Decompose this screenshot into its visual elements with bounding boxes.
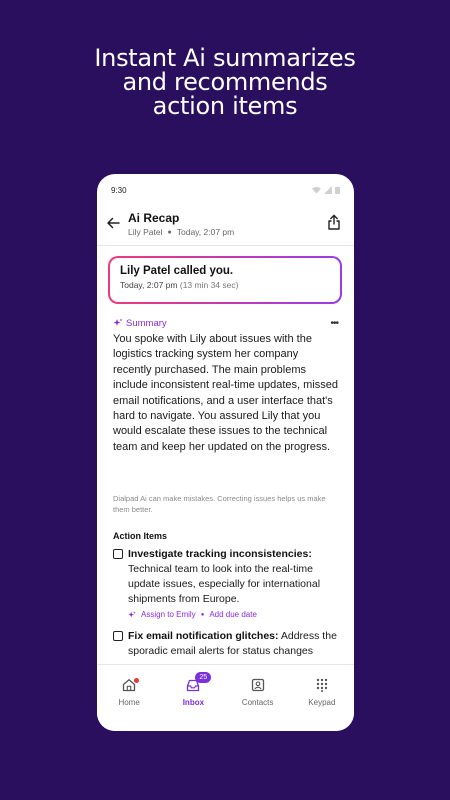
ai-disclaimer: Dialpad Ai can make mistakes. Correcting… — [113, 494, 326, 514]
recap-timestamp: Today, 2:07 pm — [176, 227, 235, 237]
headline-line-1: Instant Ai summarizes — [94, 44, 356, 72]
action-item-text: Investigate tracking inconsistencies: Te… — [128, 547, 343, 607]
action-items-heading: Action Items — [113, 531, 168, 541]
add-due-date-link[interactable]: Add due date — [209, 610, 257, 619]
action-item-meta: Assign to Emily ● Add due date — [128, 610, 343, 619]
action-item: Fix email notification glitches: Address… — [113, 629, 343, 659]
status-time: 9:30 — [111, 185, 127, 195]
tab-label: Inbox — [182, 698, 205, 707]
wifi-icon — [312, 186, 321, 194]
tab-label: Keypad — [308, 698, 336, 707]
summary-header: Summary ••• — [113, 316, 339, 330]
phone-screen: 9:30 Ai Recap Lily Patel ● Today, 2:07 p… — [97, 174, 354, 731]
tab-label: Home — [118, 698, 140, 707]
tab-inbox[interactable]: 25 Inbox — [165, 672, 221, 731]
separator-dot: ● — [200, 611, 205, 618]
tab-home[interactable]: Home — [101, 677, 157, 731]
sparkle-icon — [113, 318, 123, 326]
keypad-icon — [316, 678, 328, 692]
tab-keypad[interactable]: Keypad — [294, 677, 350, 731]
share-icon[interactable] — [327, 214, 341, 230]
action-item-checkbox[interactable] — [113, 549, 123, 559]
tab-contacts[interactable]: Contacts — [230, 677, 286, 731]
contacts-icon — [251, 678, 264, 692]
unread-badge: 25 — [195, 672, 212, 683]
bottom-tab-bar: Home 25 Inbox Contacts Keypad — [97, 664, 354, 731]
contact-name: Lily Patel — [128, 227, 163, 237]
summary-label: Summary — [126, 317, 167, 329]
status-icons — [312, 186, 340, 194]
page-subtitle: Lily Patel ● Today, 2:07 pm — [128, 227, 234, 237]
summary-label-wrap: Summary — [113, 318, 167, 329]
signal-icon — [324, 186, 332, 194]
call-time: Today, 2:07 pm — [120, 280, 178, 290]
summary-body: You spoke with Lily about issues with th… — [113, 333, 339, 453]
action-item-title: Investigate tracking inconsistencies: — [128, 548, 312, 560]
action-item-text: Fix email notification glitches: Address… — [128, 629, 343, 659]
more-options-icon[interactable]: ••• — [330, 318, 338, 329]
back-arrow-icon[interactable] — [106, 216, 120, 230]
battery-icon — [335, 187, 340, 194]
sparkle-icon — [128, 610, 136, 617]
action-item-description: Technical team to look into the real-tim… — [128, 563, 321, 605]
headline-line-3: action items — [152, 92, 298, 120]
status-bar: 9:30 — [97, 174, 354, 206]
call-duration: (13 min 34 sec) — [179, 280, 239, 290]
action-item: Investigate tracking inconsistencies: Te… — [113, 547, 343, 619]
action-item-checkbox[interactable] — [113, 631, 123, 641]
call-meta: Today, 2:07 pm (13 min 34 sec) — [120, 280, 330, 290]
page-title: Ai Recap — [128, 211, 180, 225]
call-title: Lily Patel called you. — [120, 265, 234, 277]
promo-headline: Instant Ai summarizes and recommends act… — [0, 46, 450, 118]
assign-link[interactable]: Assign to Emily — [141, 610, 196, 619]
headline-line-2: and recommends — [122, 68, 328, 96]
recap-header: Ai Recap Lily Patel ● Today, 2:07 pm — [97, 206, 354, 246]
action-item-title: Fix email notification glitches: — [128, 630, 279, 642]
separator-dot: ● — [167, 228, 172, 236]
call-card[interactable]: Lily Patel called you. Today, 2:07 pm (1… — [108, 256, 342, 304]
notification-dot — [134, 678, 140, 683]
tab-label: Contacts — [241, 698, 274, 707]
